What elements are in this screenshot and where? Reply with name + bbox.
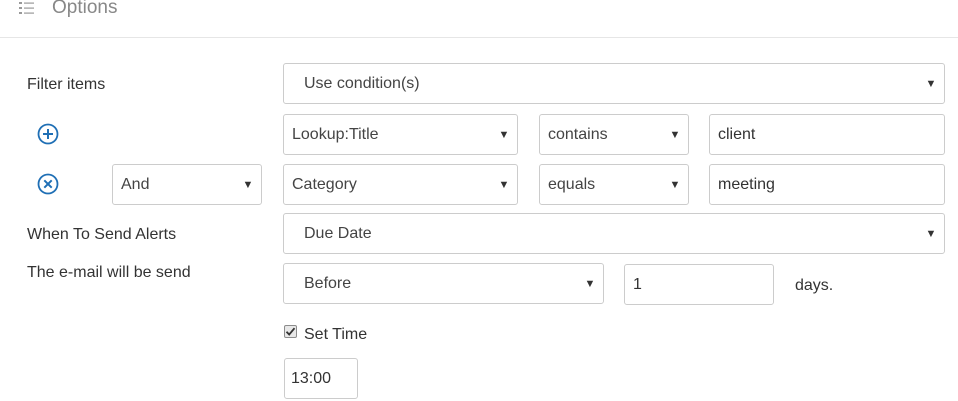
condition-2-join-select[interactable]: And ▼ (112, 164, 262, 205)
set-time-label: Set Time (304, 326, 368, 343)
days-unit-label: days. (795, 277, 834, 294)
when-to-send-select[interactable]: Due Date ▼ (283, 213, 945, 254)
caret-down-icon: ▼ (925, 227, 937, 240)
caret-down-icon: ▼ (925, 77, 937, 90)
email-send-label: The e-mail will be send (27, 264, 191, 281)
caret-down-icon: ▼ (242, 178, 254, 191)
header-divider (0, 37, 958, 38)
condition-1-field-select[interactable]: Lookup:Title ▼ (283, 114, 518, 155)
timing-select[interactable]: Before ▼ (283, 263, 604, 304)
caret-down-icon: ▼ (584, 277, 596, 290)
filter-items-label: Filter items (27, 76, 106, 93)
caret-down-icon: ▼ (498, 178, 510, 191)
condition-2-operator-select[interactable]: equals ▼ (539, 164, 689, 205)
days-amount-input[interactable]: 1 (624, 264, 774, 305)
time-input[interactable]: 13:00 (284, 358, 358, 399)
checkmark-icon (285, 327, 296, 336)
when-to-send-label: When To Send Alerts (27, 226, 177, 243)
plus-circle-icon (37, 123, 59, 145)
add-condition-button[interactable] (37, 123, 59, 145)
condition-2-field-select[interactable]: Category ▼ (283, 164, 518, 205)
list-icon (18, 0, 36, 18)
page-title: Options (52, 0, 118, 18)
condition-2-value-input[interactable]: meeting (709, 164, 945, 205)
condition-1-value-input[interactable]: client (709, 114, 945, 155)
condition-1-operator-select[interactable]: contains ▼ (539, 114, 689, 155)
caret-down-icon: ▼ (669, 128, 681, 141)
remove-condition-button[interactable] (37, 173, 59, 195)
filter-mode-select[interactable]: Use condition(s) ▼ (283, 63, 945, 104)
caret-down-icon: ▼ (669, 178, 681, 191)
x-circle-icon (37, 173, 59, 195)
caret-down-icon: ▼ (498, 128, 510, 141)
set-time-checkbox[interactable] (284, 325, 297, 338)
